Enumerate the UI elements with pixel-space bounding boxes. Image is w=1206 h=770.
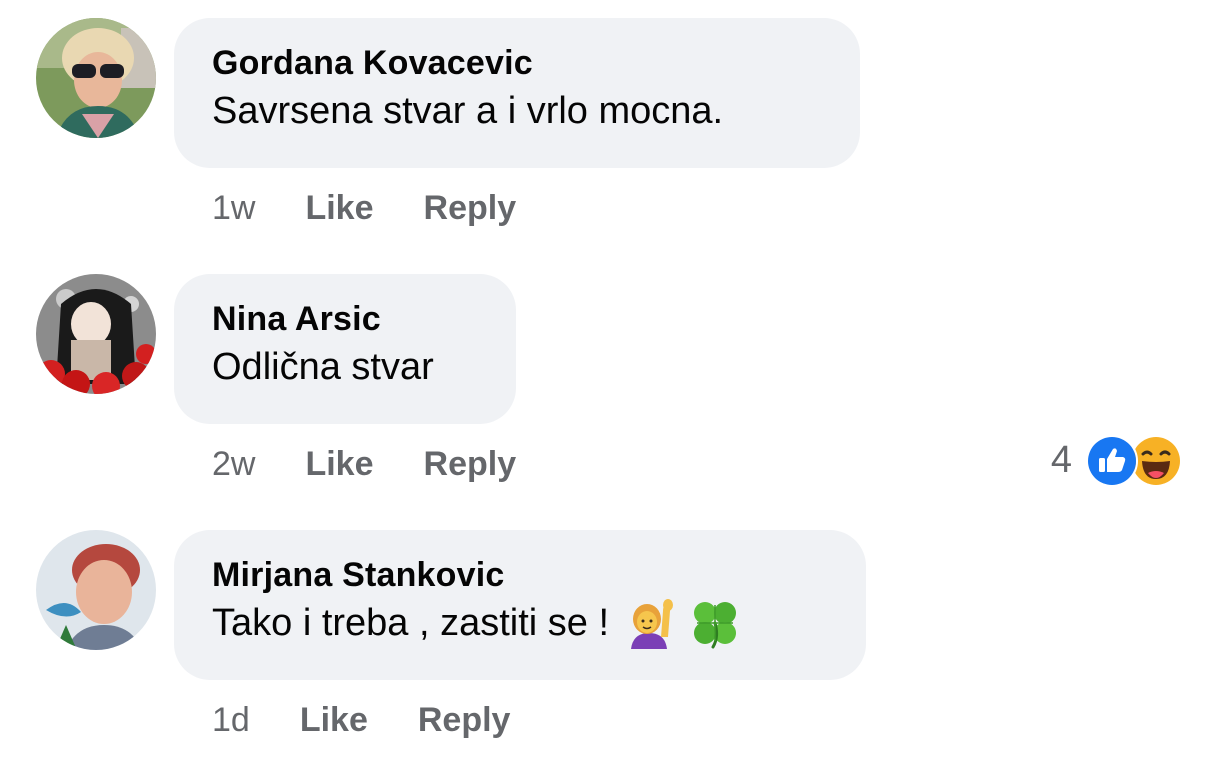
avatar[interactable]: [36, 274, 156, 394]
reaction-icons: [1086, 435, 1182, 487]
comment-item: Mirjana Stankovic Tako i treba , zastiti…: [0, 530, 1206, 770]
comment-text-content: Odlična stvar: [212, 346, 434, 388]
reply-button[interactable]: Reply: [424, 445, 517, 484]
comment-author[interactable]: Gordana Kovacevic: [212, 42, 822, 84]
comment-item: Nina Arsic Odlična stvar 2w Like Reply 4: [0, 274, 1206, 514]
comment-actions: 1d Like Reply: [212, 698, 560, 742]
comment-bubble: Mirjana Stankovic Tako i treba , zastiti…: [174, 530, 866, 680]
avatar[interactable]: [36, 530, 156, 650]
avatar-image: [36, 18, 156, 138]
comment-text: Tako i treba , zastiti se !: [212, 596, 828, 650]
comment-text-content: Savrsena stvar a i vrlo mocna.: [212, 90, 724, 132]
comment-item: Gordana Kovacevic Savrsena stvar a i vrl…: [0, 18, 1206, 258]
avatar-image: [36, 530, 156, 650]
four-leaf-clover-icon: [689, 597, 741, 649]
reply-button[interactable]: Reply: [424, 189, 517, 228]
like-button[interactable]: Like: [300, 701, 368, 740]
comment-timestamp[interactable]: 1d: [212, 701, 250, 740]
comment-author[interactable]: Mirjana Stankovic: [212, 554, 828, 596]
like-icon: [1086, 435, 1138, 487]
avatar-image: [36, 274, 156, 394]
like-button[interactable]: Like: [305, 189, 373, 228]
comment-timestamp[interactable]: 2w: [212, 445, 255, 484]
comment-actions: 1w Like Reply: [212, 186, 566, 230]
comment-text: Odlična stvar: [212, 340, 478, 394]
comment-bubble: Gordana Kovacevic Savrsena stvar a i vrl…: [174, 18, 860, 168]
avatar[interactable]: [36, 18, 156, 138]
comment-text: Savrsena stvar a i vrlo mocna.: [212, 84, 822, 138]
reaction-summary[interactable]: 4: [1050, 434, 1182, 487]
comment-bubble: Nina Arsic Odlična stvar: [174, 274, 516, 424]
comment-actions: 2w Like Reply: [212, 442, 566, 486]
comment-author[interactable]: Nina Arsic: [212, 298, 478, 340]
comment-timestamp[interactable]: 1w: [212, 189, 255, 228]
comment-text-content: Tako i treba , zastiti se !: [212, 602, 610, 644]
reply-button[interactable]: Reply: [418, 701, 511, 740]
person-raising-hand-icon: [623, 597, 675, 649]
like-button[interactable]: Like: [305, 445, 373, 484]
reaction-count: 4: [1050, 438, 1072, 481]
